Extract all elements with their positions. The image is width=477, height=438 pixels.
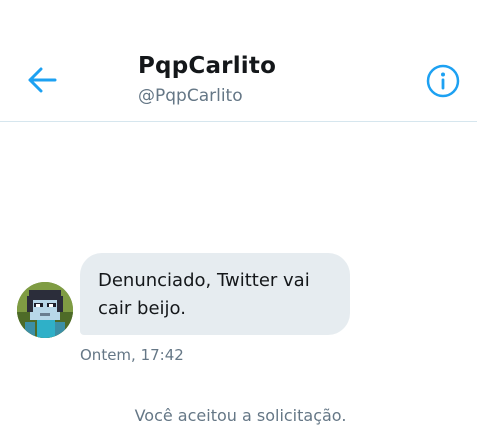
info-button[interactable] [425,63,461,99]
message-timestamp: Ontem, 17:42 [80,346,184,364]
message-bubble[interactable]: Denunciado, Twitter vai cair beijo. [80,253,350,335]
request-accepted-note: Você aceitou a solicitação. [134,406,347,425]
minecraft-avatar-icon [17,282,73,338]
header-titles[interactable]: PqpCarlito @PqpCarlito [138,50,276,108]
avatar[interactable] [17,282,73,338]
back-button[interactable] [22,62,62,98]
arrow-left-icon [28,67,57,93]
display-name: PqpCarlito [138,53,277,79]
conversation-header: PqpCarlito @PqpCarlito [0,0,477,122]
info-icon [426,64,460,98]
user-handle: @PqpCarlito [138,86,243,106]
